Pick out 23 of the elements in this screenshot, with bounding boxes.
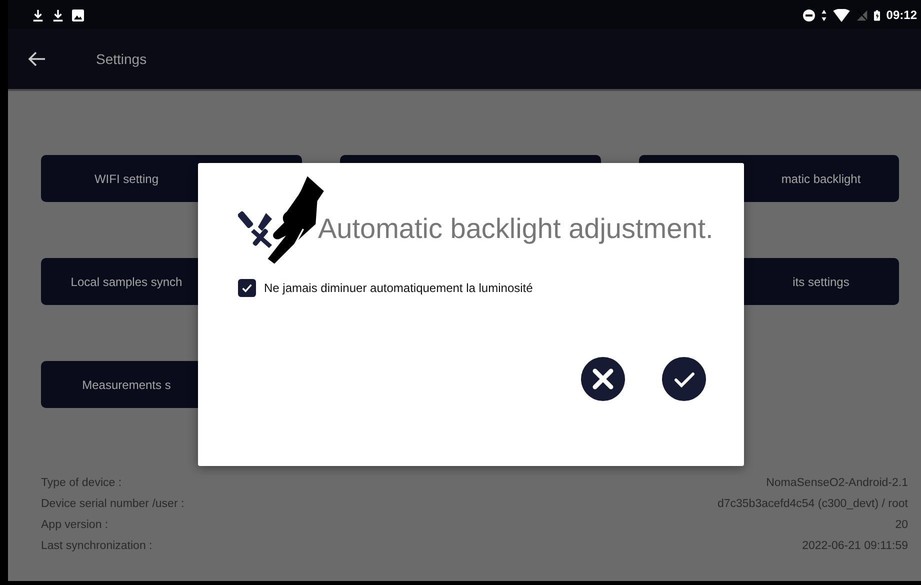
do-not-disturb-icon — [803, 8, 816, 22]
screen-title: Settings — [96, 51, 147, 67]
clock-time: 09:12 — [886, 8, 917, 22]
dialog-title: Automatic backlight adjustment. — [318, 213, 714, 245]
info-label: App version : — [41, 518, 108, 533]
confirm-button[interactable] — [662, 357, 706, 401]
cancel-button[interactable] — [581, 357, 625, 401]
checkbox[interactable] — [238, 279, 256, 297]
info-value: NomaSenseO2-Android-2.1 — [766, 476, 908, 491]
download-icon — [32, 8, 44, 22]
info-value: 2022-06-21 09:11:59 — [802, 539, 908, 554]
info-label: Device serial number /user : — [41, 497, 184, 512]
data-arrows-icon — [821, 8, 828, 22]
download-icon — [52, 8, 64, 22]
info-value: d7c35b3acefd4c54 (c300_devt) / root — [717, 497, 908, 512]
info-label: Last synchronization : — [41, 539, 152, 554]
wifi-icon — [833, 8, 850, 22]
image-icon — [72, 8, 84, 22]
info-label: Type of device : — [41, 476, 122, 491]
back-arrow-icon[interactable] — [28, 51, 46, 67]
no-sim-icon — [856, 8, 868, 22]
info-value: 20 — [895, 518, 908, 533]
battery-icon — [874, 8, 880, 22]
